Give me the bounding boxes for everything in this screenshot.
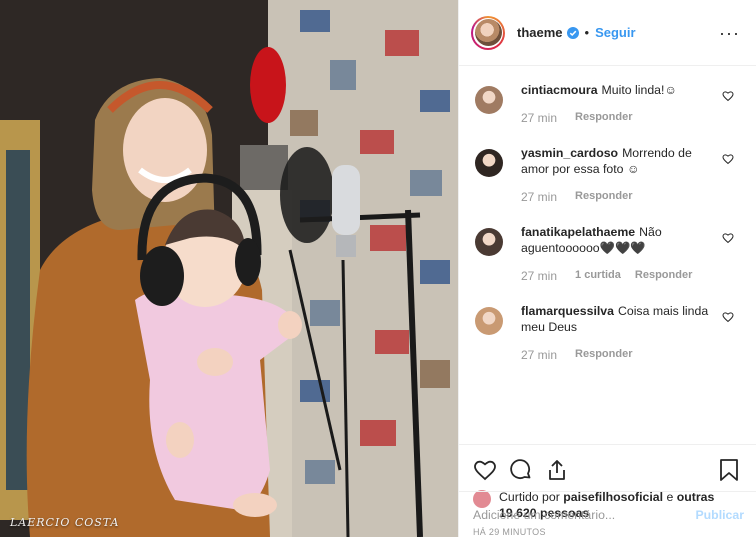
add-comment-bar: Publicar	[459, 491, 756, 537]
reply-button[interactable]: Responder	[575, 348, 632, 362]
comment-item: cintiacmoura Muito linda!☺ 27 min Respond…	[475, 82, 740, 125]
instagram-post: LAERCIO COSTA thaeme • Seguir ··· cintia…	[0, 0, 756, 537]
commenter-username[interactable]: yasmin_cardoso	[521, 146, 618, 160]
post-header: thaeme • Seguir ···	[459, 0, 756, 66]
comment-time: 27 min	[521, 111, 558, 125]
comment-time: 27 min	[521, 269, 558, 283]
comment-like-heart-icon[interactable]	[722, 153, 734, 165]
share-icon[interactable]	[545, 458, 569, 482]
more-options-icon[interactable]: ···	[719, 24, 740, 42]
photo-watermark: LAERCIO COSTA	[10, 516, 120, 529]
comment-likes-count[interactable]: 1 curtida	[575, 269, 621, 283]
author-avatar-image	[474, 19, 502, 46]
commenter-username[interactable]: flamarquessilva	[521, 304, 614, 318]
comment-like-heart-icon[interactable]	[722, 90, 734, 102]
commenter-avatar[interactable]	[475, 86, 503, 114]
commenter-avatar[interactable]	[475, 228, 503, 256]
commenter-avatar[interactable]	[475, 307, 503, 335]
commenter-username[interactable]: fanatikapelathaeme	[521, 225, 635, 239]
comment-item: fanatikapelathaeme Não aguentoooooo🖤🖤🖤 27…	[475, 224, 740, 283]
commenter-avatar[interactable]	[475, 149, 503, 177]
author-username[interactable]: thaeme	[517, 25, 563, 40]
reply-button[interactable]: Responder	[575, 111, 632, 125]
author-avatar[interactable]	[471, 15, 505, 50]
comment-input[interactable]	[473, 507, 696, 522]
comment-text: Muito linda!☺	[601, 83, 677, 97]
comment-icon[interactable]	[509, 458, 533, 482]
post-side-panel: thaeme • Seguir ··· cintiacmoura Muito li…	[458, 0, 756, 537]
header-separator: •	[584, 25, 590, 40]
reply-button[interactable]: Responder	[635, 269, 692, 283]
comment-time: 27 min	[521, 348, 558, 362]
comment-like-heart-icon[interactable]	[722, 232, 734, 244]
bookmark-icon[interactable]	[718, 458, 740, 482]
reply-button[interactable]: Responder	[575, 190, 632, 204]
follow-button[interactable]: Seguir	[595, 25, 635, 40]
comment-like-heart-icon[interactable]	[722, 311, 734, 323]
comment-time: 27 min	[521, 190, 558, 204]
post-photo[interactable]: LAERCIO COSTA	[0, 0, 458, 537]
commenter-username[interactable]: cintiacmoura	[521, 83, 598, 97]
heart-icon[interactable]	[473, 458, 497, 482]
comment-item: flamarquessilva Coisa mais linda meu Deus…	[475, 303, 740, 362]
comment-item: yasmin_cardoso Morrendo de amor por essa …	[475, 145, 740, 204]
verified-badge-icon	[566, 26, 579, 39]
action-icons-row	[473, 455, 740, 485]
comments-list: cintiacmoura Muito linda!☺ 27 min Respond…	[459, 66, 756, 444]
photo-illustration	[0, 0, 458, 537]
publish-button[interactable]: Publicar	[695, 508, 744, 522]
